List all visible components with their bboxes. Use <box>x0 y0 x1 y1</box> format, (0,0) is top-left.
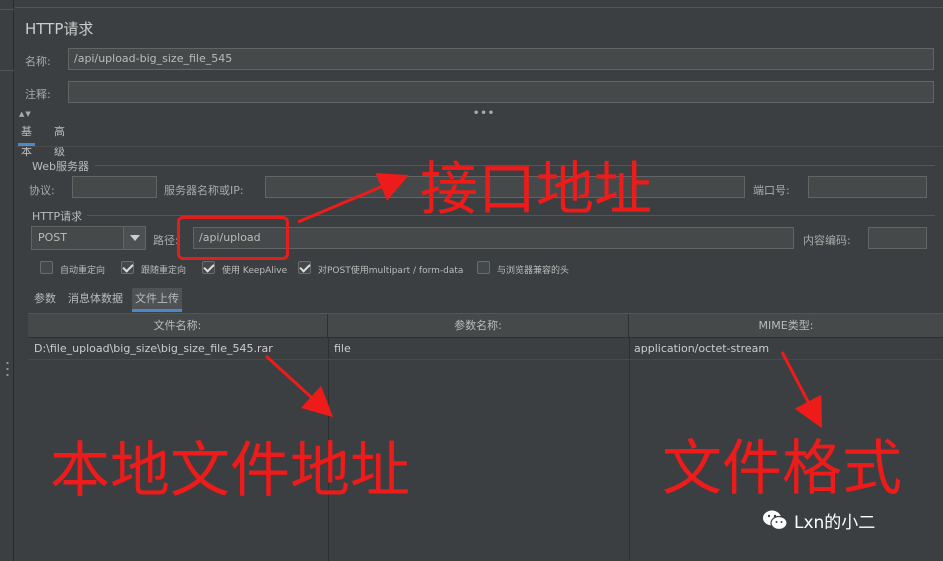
encoding-field[interactable] <box>868 227 927 249</box>
port-label: 端口号: <box>753 184 790 197</box>
watermark: Lxn的小二 <box>762 508 876 533</box>
table-cell-param-name[interactable]: file <box>334 342 351 355</box>
table-cell-mime[interactable]: application/octet-stream <box>634 342 769 355</box>
protocol-label: 协议: <box>29 184 55 197</box>
top-bar <box>15 0 943 8</box>
collapse-arrows-icon[interactable]: ▲▼ <box>19 110 32 118</box>
multipart-label: 对POST使用multipart / form-data <box>318 266 464 276</box>
file-format-annotation: 文件格式 <box>662 434 902 504</box>
column-header-param-name[interactable]: 参数名称: <box>328 314 629 338</box>
splitter-handle-icon[interactable]: ••• <box>473 108 495 119</box>
chevron-down-icon[interactable] <box>123 227 145 249</box>
browser-headers-label: 与浏览器兼容的头 <box>497 266 570 276</box>
column-header-mime[interactable]: MIME类型: <box>629 314 943 338</box>
auto-redirect-checkbox[interactable] <box>40 261 53 274</box>
tab-basic[interactable]: 基本 <box>18 122 35 158</box>
encoding-label: 内容编码: <box>803 234 851 247</box>
path-highlight-box <box>177 216 289 260</box>
column-header-filename[interactable]: 文件名称: <box>28 314 328 338</box>
name-label: 名称: <box>25 55 51 68</box>
subtab-body-data[interactable]: 消息体数据 <box>65 288 126 312</box>
tab-advanced[interactable]: 高级 <box>51 122 68 158</box>
server-label: 服务器名称或IP: <box>164 184 244 197</box>
subtab-parameters[interactable]: 参数 <box>31 288 59 312</box>
protocol-field[interactable] <box>72 176 157 198</box>
multipart-checkbox[interactable] <box>298 261 311 274</box>
subtab-file-upload[interactable]: 文件上传 <box>132 288 182 312</box>
browser-headers-checkbox[interactable] <box>477 261 490 274</box>
follow-redirect-label: 跟随重定向 <box>141 266 187 276</box>
auto-redirect-label: 自动重定向 <box>60 266 106 276</box>
comment-label: 注释: <box>25 88 51 101</box>
watermark-text: Lxn的小二 <box>794 512 876 533</box>
http-request-section-label: HTTP请求 <box>32 210 83 223</box>
left-gutter <box>0 0 14 561</box>
local-file-path-annotation: 本地文件地址 <box>50 436 410 506</box>
keepalive-label: 使用 KeepAlive <box>222 266 288 276</box>
method-select[interactable]: POST <box>31 226 146 250</box>
api-address-annotation: 接口地址 <box>420 155 653 223</box>
method-value: POST <box>38 231 67 244</box>
web-server-section-label: Web服务器 <box>32 160 89 173</box>
drag-handle-icon[interactable] <box>6 360 9 380</box>
name-field[interactable]: /api/upload-big_size_file_545 <box>68 48 934 70</box>
wechat-icon <box>762 509 788 531</box>
path-label: 路径: <box>153 234 179 247</box>
panel-title: HTTP请求 <box>25 20 94 38</box>
table-cell-filename[interactable]: D:\file_upload\big_size\big_size_file_54… <box>34 342 273 355</box>
comment-field[interactable] <box>68 81 934 103</box>
follow-redirect-checkbox[interactable] <box>121 261 134 274</box>
port-field[interactable] <box>808 176 927 198</box>
keepalive-checkbox[interactable] <box>202 261 215 274</box>
